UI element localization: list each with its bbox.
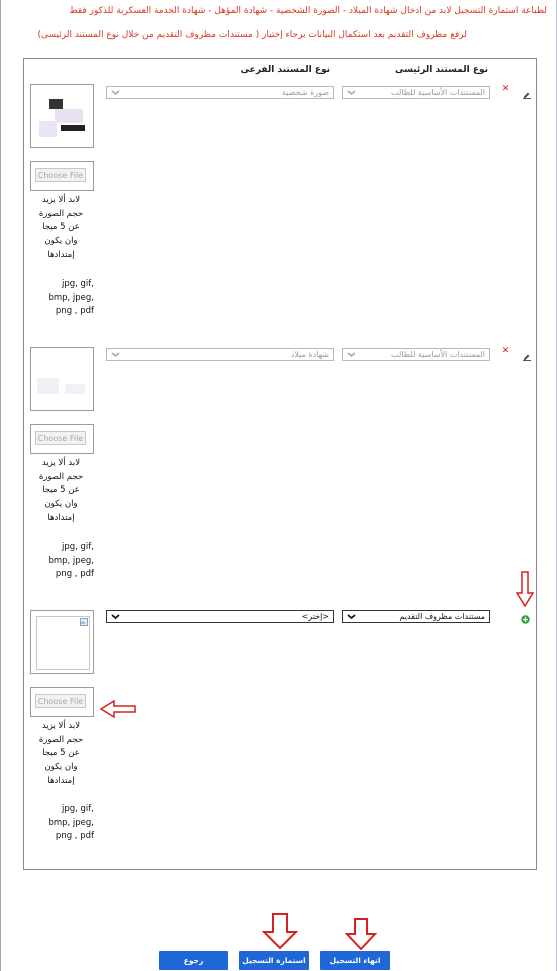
main-doc-type-value: المستندات الأساسية للطالب (391, 88, 485, 97)
chevron-down-icon (110, 349, 121, 360)
chevron-down-icon (346, 349, 357, 360)
arrow-down-annotation (344, 918, 378, 954)
chevron-down-icon (110, 611, 121, 622)
main-doc-type-select[interactable]: المستندات الأساسية للطالب (342, 348, 490, 361)
file-size-note: لابد ألا يزيد حجم الصورة عن 5 ميجا وان ي… (38, 721, 84, 786)
arrow-down-annotation (261, 913, 299, 953)
choose-file-button[interactable]: Choose File (35, 694, 86, 708)
file-extensions-note: jpg, gif, bmp, jpeg, png , pdf (48, 542, 94, 580)
file-upload-field: Choose File (30, 424, 94, 454)
chevron-down-icon (346, 611, 357, 622)
header-sub-doc-type: نوع المستند الفرعى (240, 65, 330, 75)
choose-file-button[interactable]: Choose File (35, 431, 86, 445)
file-upload-field: Choose File (30, 687, 94, 717)
file-size-note: لابد ألا يزيد حجم الصورة عن 5 ميجا وان ي… (38, 195, 84, 260)
main-doc-type-value: المستندات الأساسية للطالب (391, 350, 485, 359)
documents-panel (23, 58, 537, 870)
add-plus-icon[interactable] (521, 609, 530, 624)
registration-form-button[interactable]: استمارة التسجيل (239, 951, 309, 970)
pencil-icon[interactable] (523, 84, 531, 99)
back-button[interactable]: رجوع (159, 951, 228, 970)
file-extensions-note: jpg, gif, bmp, jpeg, png , pdf (48, 279, 94, 317)
sub-doc-type-select[interactable]: <إختر> (106, 610, 334, 623)
document-preview-image (30, 84, 94, 148)
pencil-icon[interactable] (523, 346, 531, 361)
document-preview-image (30, 610, 94, 674)
choose-file-button[interactable]: Choose File (35, 168, 86, 182)
chevron-down-icon (346, 87, 357, 98)
delete-x-icon[interactable]: ✕ (501, 85, 510, 94)
sub-doc-type-select[interactable]: شهادة ميلاد (106, 348, 334, 361)
delete-x-icon[interactable]: ✕ (501, 347, 510, 356)
sub-doc-type-select[interactable]: صورة شخصية (106, 86, 334, 99)
file-size-note: لابد ألا يزيد حجم الصورة عن 5 ميجا وان ي… (38, 458, 84, 523)
file-extensions-note: jpg, gif, bmp, jpeg, png , pdf (48, 804, 94, 842)
arrow-left-annotation (99, 699, 136, 722)
window-left-border (0, 0, 1, 971)
document-preview-image (30, 347, 94, 411)
arrow-down-annotation (515, 571, 535, 611)
file-upload-field: Choose File (30, 161, 94, 191)
sub-doc-type-value: <إختر> (301, 612, 329, 621)
main-doc-type-select[interactable]: المستندات الأساسية للطالب (342, 86, 490, 99)
sub-doc-type-value: صورة شخصية (281, 88, 329, 97)
finish-registration-button[interactable]: انهاء التسجيل (320, 951, 390, 970)
main-doc-type-value: مستندات مظروف التقديم (399, 612, 485, 621)
sub-doc-type-value: شهادة ميلاد (290, 350, 329, 359)
broken-image-placeholder (36, 616, 90, 670)
header-main-doc-type: نوع المستند الرئيسى (394, 65, 488, 75)
notice-print-requirements: لطباعة استمارة التسجيل لابد من ادخال شها… (69, 6, 547, 16)
chevron-down-icon (110, 87, 121, 98)
main-doc-type-select[interactable]: مستندات مظروف التقديم (342, 610, 490, 623)
notice-upload-envelope: لرفع مظروف التقديم بعد استكمال البيانات … (37, 30, 468, 40)
